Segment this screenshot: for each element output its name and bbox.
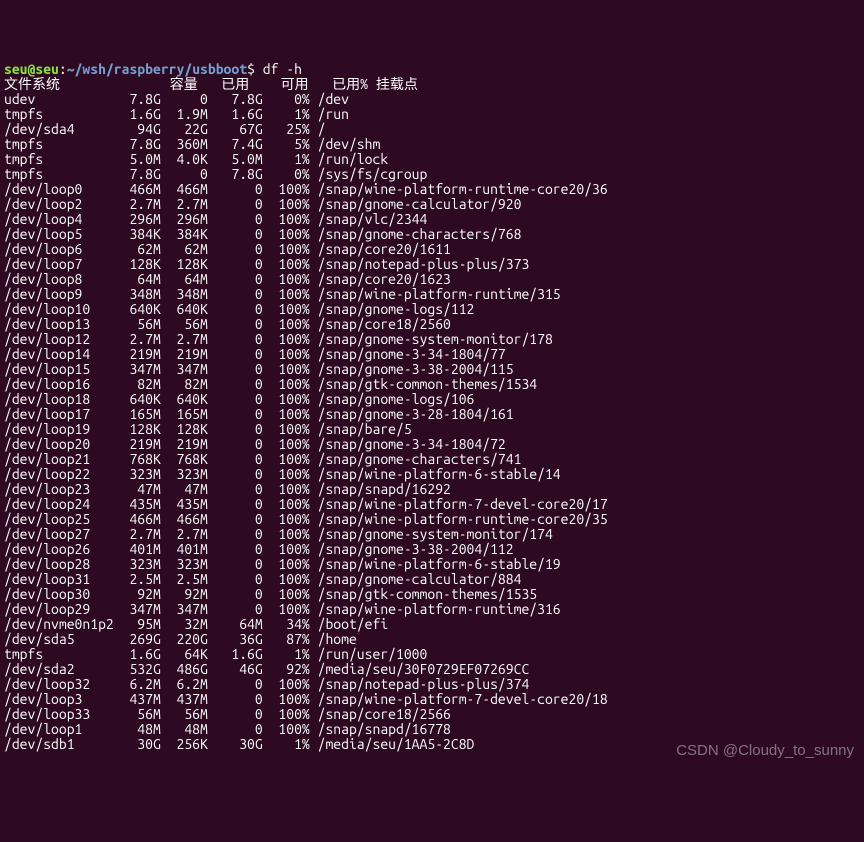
df-row: /dev/loop28 323M 323M 0 100% /snap/wine-… bbox=[4, 557, 860, 572]
terminal-output[interactable]: seu@seu:~/wsh/raspberry/usbboot$ df -h文件… bbox=[4, 62, 860, 752]
df-row: /dev/loop12 2.7M 2.7M 0 100% /snap/gnome… bbox=[4, 332, 860, 347]
df-row: /dev/sda4 94G 22G 67G 25% / bbox=[4, 122, 860, 137]
df-row: /dev/loop5 384K 384K 0 100% /snap/gnome-… bbox=[4, 227, 860, 242]
df-row: /dev/loop3 437M 437M 0 100% /snap/wine-p… bbox=[4, 692, 860, 707]
prompt-dollar: $ bbox=[247, 61, 263, 77]
df-row: /dev/loop21 768K 768K 0 100% /snap/gnome… bbox=[4, 452, 860, 467]
df-row: /dev/sda5 269G 220G 36G 87% /home bbox=[4, 632, 860, 647]
df-row: /dev/loop32 6.2M 6.2M 0 100% /snap/notep… bbox=[4, 677, 860, 692]
df-row: /dev/loop29 347M 347M 0 100% /snap/wine-… bbox=[4, 602, 860, 617]
df-row: /dev/loop4 296M 296M 0 100% /snap/vlc/23… bbox=[4, 212, 860, 227]
prompt-colon: : bbox=[59, 61, 67, 77]
df-row: /dev/loop0 466M 466M 0 100% /snap/wine-p… bbox=[4, 182, 860, 197]
df-row: /dev/loop13 56M 56M 0 100% /snap/core18/… bbox=[4, 317, 860, 332]
df-row: /dev/loop18 640K 640K 0 100% /snap/gnome… bbox=[4, 392, 860, 407]
df-row: /dev/loop26 401M 401M 0 100% /snap/gnome… bbox=[4, 542, 860, 557]
df-row: /dev/loop9 348M 348M 0 100% /snap/wine-p… bbox=[4, 287, 860, 302]
df-row: /dev/loop14 219M 219M 0 100% /snap/gnome… bbox=[4, 347, 860, 362]
df-header-row: 文件系统 容量 已用 可用 已用% 挂载点 bbox=[4, 77, 860, 92]
prompt-user: seu bbox=[4, 61, 28, 77]
df-row: /dev/loop10 640K 640K 0 100% /snap/gnome… bbox=[4, 302, 860, 317]
prompt-path: ~/wsh/raspberry/usbboot bbox=[67, 61, 247, 77]
df-row: /dev/loop19 128K 128K 0 100% /snap/bare/… bbox=[4, 422, 860, 437]
df-row: tmpfs 1.6G 64K 1.6G 1% /run/user/1000 bbox=[4, 647, 860, 662]
df-row: /dev/loop20 219M 219M 0 100% /snap/gnome… bbox=[4, 437, 860, 452]
df-row: udev 7.8G 0 7.8G 0% /dev bbox=[4, 92, 860, 107]
prompt-line[interactable]: seu@seu:~/wsh/raspberry/usbboot$ df -h bbox=[4, 62, 860, 77]
df-row: /dev/loop24 435M 435M 0 100% /snap/wine-… bbox=[4, 497, 860, 512]
command-text: df -h bbox=[263, 61, 302, 77]
df-row: /dev/loop23 47M 47M 0 100% /snap/snapd/1… bbox=[4, 482, 860, 497]
df-row: tmpfs 1.6G 1.9M 1.6G 1% /run bbox=[4, 107, 860, 122]
df-row: /dev/loop25 466M 466M 0 100% /snap/wine-… bbox=[4, 512, 860, 527]
df-row: tmpfs 7.8G 360M 7.4G 5% /dev/shm bbox=[4, 137, 860, 152]
df-row: /dev/loop22 323M 323M 0 100% /snap/wine-… bbox=[4, 467, 860, 482]
df-row: /dev/sdb1 30G 256K 30G 1% /media/seu/1AA… bbox=[4, 737, 860, 752]
df-row: /dev/nvme0n1p2 95M 32M 64M 34% /boot/efi bbox=[4, 617, 860, 632]
df-row: /dev/sda2 532G 486G 46G 92% /media/seu/3… bbox=[4, 662, 860, 677]
df-row: /dev/loop2 2.7M 2.7M 0 100% /snap/gnome-… bbox=[4, 197, 860, 212]
df-row: /dev/loop1 48M 48M 0 100% /snap/snapd/16… bbox=[4, 722, 860, 737]
prompt-host: seu bbox=[35, 61, 59, 77]
df-row: /dev/loop31 2.5M 2.5M 0 100% /snap/gnome… bbox=[4, 572, 860, 587]
df-row: /dev/loop16 82M 82M 0 100% /snap/gtk-com… bbox=[4, 377, 860, 392]
df-row: /dev/loop27 2.7M 2.7M 0 100% /snap/gnome… bbox=[4, 527, 860, 542]
df-row: /dev/loop6 62M 62M 0 100% /snap/core20/1… bbox=[4, 242, 860, 257]
df-row: /dev/loop33 56M 56M 0 100% /snap/core18/… bbox=[4, 707, 860, 722]
df-row: /dev/loop8 64M 64M 0 100% /snap/core20/1… bbox=[4, 272, 860, 287]
df-row: /dev/loop30 92M 92M 0 100% /snap/gtk-com… bbox=[4, 587, 860, 602]
df-row: tmpfs 7.8G 0 7.8G 0% /sys/fs/cgroup bbox=[4, 167, 860, 182]
df-row: /dev/loop17 165M 165M 0 100% /snap/gnome… bbox=[4, 407, 860, 422]
df-row: /dev/loop7 128K 128K 0 100% /snap/notepa… bbox=[4, 257, 860, 272]
df-row: tmpfs 5.0M 4.0K 5.0M 1% /run/lock bbox=[4, 152, 860, 167]
df-row: /dev/loop15 347M 347M 0 100% /snap/gnome… bbox=[4, 362, 860, 377]
